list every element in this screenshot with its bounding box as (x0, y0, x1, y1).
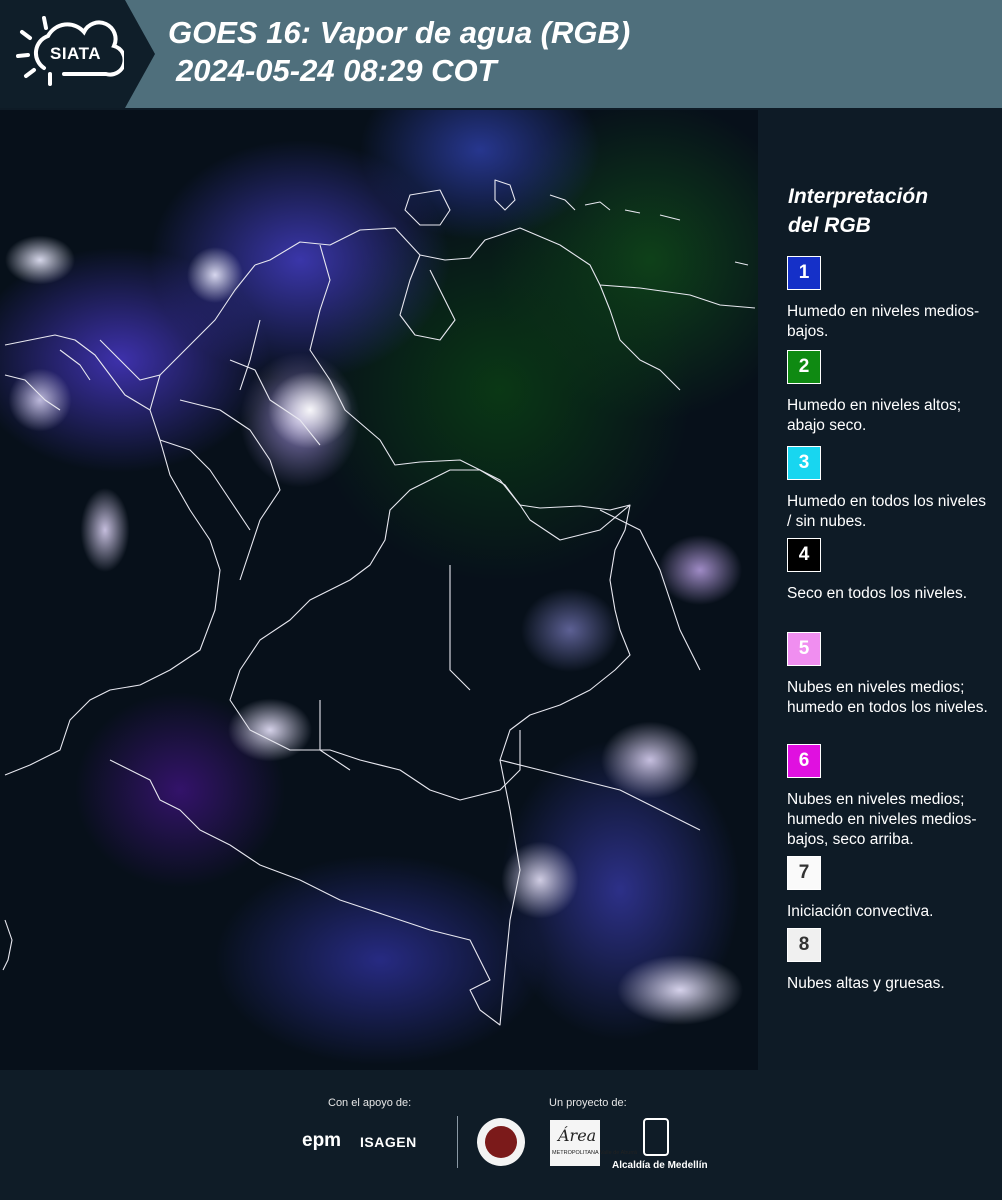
header-bar: SIATA GOES 16: Vapor de agua (RGB) 2024-… (0, 0, 1002, 108)
legend-description: Nubes en niveles medios; humedo en nivel… (787, 791, 977, 848)
legend-title-line2: del RGB (788, 214, 871, 237)
legend-item: 8 Nubes altas y gruesas. (787, 928, 992, 994)
university-seal-icon (477, 1118, 525, 1166)
legend-item: 7 Iniciación convectiva. (787, 856, 992, 922)
siata-logo: SIATA (0, 0, 155, 108)
legend-number: 1 (798, 262, 810, 283)
legend-swatch: 7 (787, 856, 821, 890)
isagen-logo: ISAGEN (360, 1134, 417, 1150)
legend-item: 3 Humedo en todos los niveles / sin nube… (787, 446, 992, 532)
epm-logo: epm (302, 1130, 342, 1151)
title-timestamp: 2024-05-24 08:29 COT (176, 53, 497, 88)
legend-number: 3 (798, 452, 810, 473)
title-product: GOES 16: Vapor de agua (RGB) (168, 15, 631, 50)
legend-description: Humedo en todos los niveles / sin nubes. (787, 493, 987, 530)
legend-swatch: 1 (787, 256, 821, 290)
legend-title-line1: Interpretación (788, 185, 929, 208)
siata-logo-text: SIATA (50, 44, 101, 63)
legend-swatch: 4 (787, 538, 821, 572)
page-title: GOES 16: Vapor de agua (RGB) 2024-05-24 … (168, 14, 630, 90)
satellite-map (0, 110, 758, 1070)
alcaldia-logo-text: Alcaldía de Medellín (612, 1160, 708, 1171)
legend-number: 2 (798, 356, 810, 377)
legend-number: 5 (798, 638, 810, 659)
legend-item: 4 Seco en todos los niveles. (787, 538, 992, 604)
legend-number: 8 (798, 934, 810, 955)
legend-swatch: 2 (787, 350, 821, 384)
legend-description: Humedo en niveles medios-bajos. (787, 303, 980, 340)
legend-swatch: 8 (787, 928, 821, 962)
legend-number: 4 (798, 544, 810, 565)
alcaldia-emblem-icon (643, 1118, 669, 1156)
country-borders (2, 179, 756, 1026)
area-logo-text: Área (558, 1126, 597, 1145)
legend-item: 5 Nubes en niveles medios; humedo en tod… (787, 632, 992, 718)
legend-item: 6 Nubes en niveles medios; humedo en niv… (787, 744, 992, 850)
legend-title: Interpretación del RGB (788, 182, 988, 240)
legend-description: Nubes altas y gruesas. (787, 975, 945, 992)
legend-swatch: 3 (787, 446, 821, 480)
area-logo-subtext: METROPOLITANA Valle de Aburrá (552, 1150, 638, 1156)
support-label: Con el apoyo de: (328, 1097, 412, 1109)
legend-item: 2 Humedo en niveles altos; abajo seco. (787, 350, 992, 436)
legend-swatch: 6 (787, 744, 821, 778)
footer: Con el apoyo de: Un proyecto de: epm ISA… (0, 1070, 1002, 1200)
legend-description: Humedo en niveles altos; abajo seco. (787, 397, 962, 434)
footer-divider (457, 1116, 458, 1168)
legend-number: 6 (798, 750, 810, 771)
area-metropolitana-logo: Área METROPOLITANA Valle de Aburrá (550, 1120, 637, 1166)
legend-description: Nubes en niveles medios; humedo en todos… (787, 679, 988, 716)
legend-item: 1 Humedo en niveles medios-bajos. (787, 256, 992, 342)
project-label: Un proyecto de: (549, 1097, 627, 1109)
legend-swatch: 5 (787, 632, 821, 666)
legend-number: 7 (798, 862, 810, 883)
legend-description: Seco en todos los niveles. (787, 585, 968, 602)
legend-description: Iniciación convectiva. (787, 903, 934, 920)
